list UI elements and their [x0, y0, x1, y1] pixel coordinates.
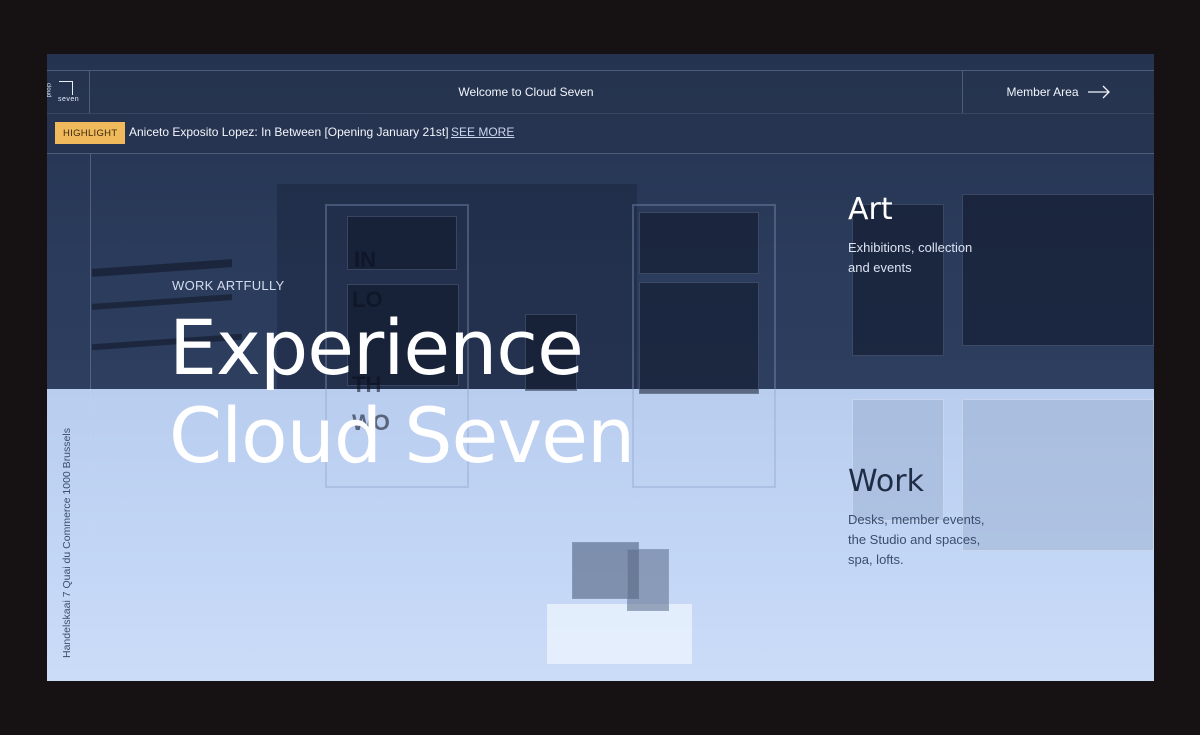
work-section-description: Desks, member events, the Studio and spa…	[848, 512, 985, 567]
art-section-title: Art	[848, 192, 893, 227]
art-section-description: Exhibitions, collection and events	[848, 240, 973, 275]
see-more-link[interactable]: SEE MORE	[451, 125, 514, 139]
website-frame: IN LO TH WO cloud seven Welcome to Cloud…	[47, 54, 1154, 681]
logo[interactable]: cloud seven	[47, 71, 90, 113]
arrow-right-icon	[1087, 85, 1110, 99]
background-table	[547, 604, 692, 664]
member-area-label: Member Area	[1006, 85, 1079, 99]
work-section-link[interactable]: Work Desks, member events, the Studio an…	[848, 464, 988, 570]
highlight-text: Aniceto Exposito Lopez: In Between [Open…	[129, 125, 449, 139]
art-section-link[interactable]: Art Exhibitions, collection and events	[848, 192, 988, 278]
member-area-link[interactable]: Member Area	[962, 71, 1154, 113]
left-rail: Handelskaai 7 Quai du Commerce 1000 Brus…	[47, 154, 91, 681]
top-navigation-bar: cloud seven Welcome to Cloud Seven Membe…	[47, 70, 1154, 114]
background-art-letter: IN	[354, 247, 376, 272]
welcome-message: Welcome to Cloud Seven	[458, 85, 594, 99]
logo-text-vertical: cloud	[47, 83, 51, 98]
highlight-badge: HIGHLIGHT	[55, 122, 126, 144]
work-section-title: Work	[848, 464, 924, 499]
logo-mark-icon	[59, 81, 73, 95]
address-text: Handelskaai 7 Quai du Commerce 1000 Brus…	[61, 428, 73, 658]
background-book	[627, 549, 669, 611]
background-artwork	[639, 282, 759, 394]
background-artwork	[639, 212, 759, 274]
highlight-bar: HIGHLIGHT Aniceto Exposito Lopez: In Bet…	[47, 113, 1154, 154]
hero-headline-line-1: Experience	[169, 303, 584, 392]
background-artwork	[962, 194, 1154, 346]
hero-headline: Experience Cloud Seven	[169, 303, 635, 480]
background-artwork	[962, 399, 1154, 551]
hero-kicker: WORK ARTFULLY	[172, 278, 285, 293]
hero-headline-line-2: Cloud Seven	[169, 391, 635, 480]
logo-text: seven	[58, 96, 80, 103]
